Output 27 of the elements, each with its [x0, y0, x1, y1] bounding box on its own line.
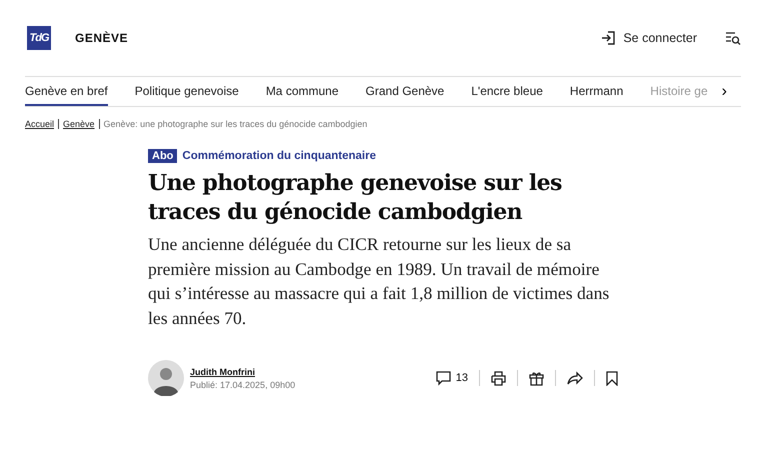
comments-button[interactable]: 13 [436, 370, 468, 386]
logo[interactable]: TdG [27, 26, 51, 50]
nav-tab[interactable]: Ma commune [266, 77, 339, 106]
breadcrumb-link[interactable]: Accueil [25, 119, 54, 129]
nav-tab[interactable]: Herrmann [570, 77, 624, 106]
breadcrumb-current: Genève: une photographe sur les traces du génocide cambodgien [104, 119, 368, 129]
bookmark-icon[interactable] [606, 370, 618, 386]
print-icon[interactable] [491, 370, 506, 386]
gift-icon[interactable] [529, 370, 544, 386]
login-link[interactable]: Se connecter [601, 31, 697, 45]
breadcrumb-link[interactable]: Genève [63, 119, 95, 129]
nav-tab[interactable]: L'encre bleue [471, 77, 543, 106]
author-link[interactable]: Judith Monfrini [190, 366, 296, 376]
login-icon [601, 31, 616, 45]
author-avatar [148, 360, 184, 396]
search-menu-icon[interactable] [725, 31, 741, 45]
article-title: Une photographe genevoise sur les traces du génocide cambodgien [148, 169, 563, 227]
nav-tab[interactable]: Politique genevoise [134, 77, 239, 106]
share-icon[interactable] [567, 370, 583, 386]
publish-date: Publié: 17.04.2025, 09h00 [190, 380, 296, 390]
section-title: GENÈVE [75, 31, 128, 45]
kicker: Commémoration du cinquantenaire [182, 150, 376, 162]
comment-icon [436, 370, 451, 386]
nav-tab[interactable]: Grand Genève [366, 77, 444, 106]
abo-badge: Abo [148, 149, 178, 163]
nav-tab[interactable]: Genève en bref [25, 77, 108, 106]
article-lead: Une ancienne déléguée du CICR retourne sur les lieux de sa première mission au Cambodge en 1989. Un travail de mémoire qui s’intéresse au massacre qui a fait 1,8 million de victimes dans les années 70. [148, 233, 610, 330]
